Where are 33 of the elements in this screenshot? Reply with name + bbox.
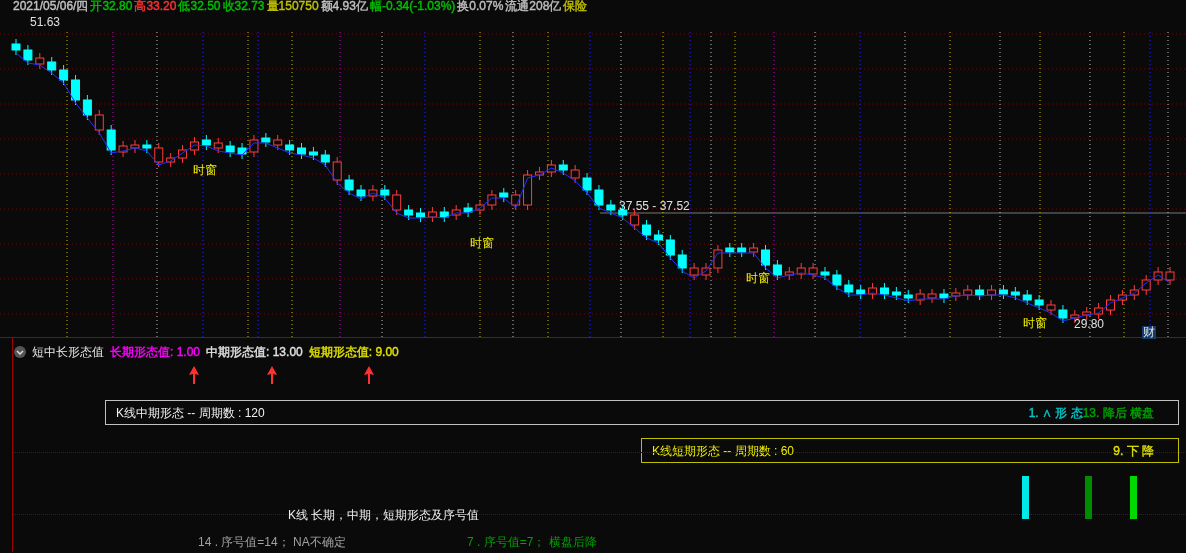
arrow-icon xyxy=(189,366,199,384)
indicator-value: 中期形态值: 13.00 xyxy=(206,344,303,361)
pattern-result: 13. 降后 横盘 xyxy=(1082,404,1154,422)
indicator-value: 短期形态值: 9.00 xyxy=(308,344,399,361)
quote-value: 流通208亿 xyxy=(505,0,562,12)
quote-value: 低32.50 xyxy=(178,0,221,12)
time-window-label: 时窗 xyxy=(193,164,217,177)
quote-value: 幅-0.34(-1.03%) xyxy=(369,0,456,12)
indicator-value: 长期形态值: 1.00 xyxy=(110,344,201,361)
time-window-label: 时窗 xyxy=(746,272,770,285)
indicator-title: 短中长形态值 xyxy=(32,344,104,361)
quote-date: 2021/05/06/四 xyxy=(13,0,89,12)
price-range-label: 37.55 - 37.52 xyxy=(619,200,690,213)
arrow-icon xyxy=(364,366,374,384)
quote-value: 收32.73 xyxy=(222,0,265,12)
high-price-label: 51.63 xyxy=(30,16,61,29)
low-price-label: 29.80 xyxy=(1074,318,1105,331)
panel-title: K线中期形态 -- 周期数 : 120 xyxy=(116,404,265,422)
quote-value: 保险 xyxy=(563,0,588,12)
quote-value: 开32.80 xyxy=(90,0,133,12)
sequence-note: 14 . 序号值=14； NA不确定 xyxy=(198,534,346,551)
collapse-icon[interactable] xyxy=(14,346,26,358)
quote-value: 量150750 xyxy=(266,0,319,12)
chart-caption: K线 长期，中期，短期形态及序号值 xyxy=(288,507,480,524)
quote-value: 额4.93亿 xyxy=(320,0,368,12)
sequence-note: 7 . 序号值=7； 横盘后降 xyxy=(467,534,597,551)
quote-value: 高33.20 xyxy=(134,0,177,12)
arrow-icon xyxy=(267,366,277,384)
time-window-label: 时窗 xyxy=(1023,317,1047,330)
quote-value: 换0.07% xyxy=(457,0,504,12)
time-window-label: 时窗 xyxy=(470,237,494,250)
pattern-result: 1. ∧ 形 态 xyxy=(1028,404,1083,422)
finance-badge: 财 xyxy=(1142,326,1156,339)
